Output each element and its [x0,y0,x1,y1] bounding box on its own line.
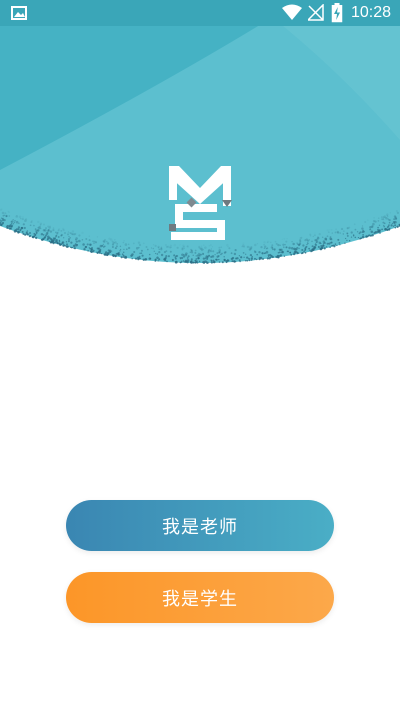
ms-logo-icon [169,166,232,240]
student-button-label: 我是学生 [162,588,238,610]
role-select-screen: 10:28 我是老师 我是学生 [0,0,400,711]
status-time: 10:28 [351,4,392,21]
wifi-icon [282,4,302,20]
gallery-icon [11,6,27,20]
student-button[interactable]: 我是学生 [66,572,334,623]
teacher-button[interactable]: 我是老师 [66,500,334,551]
battery-charging-icon [331,3,343,23]
header-wave [0,0,400,290]
status-bar: 10:28 [0,0,400,26]
teacher-button-label: 我是老师 [162,516,238,538]
no-signal-icon [308,4,324,21]
